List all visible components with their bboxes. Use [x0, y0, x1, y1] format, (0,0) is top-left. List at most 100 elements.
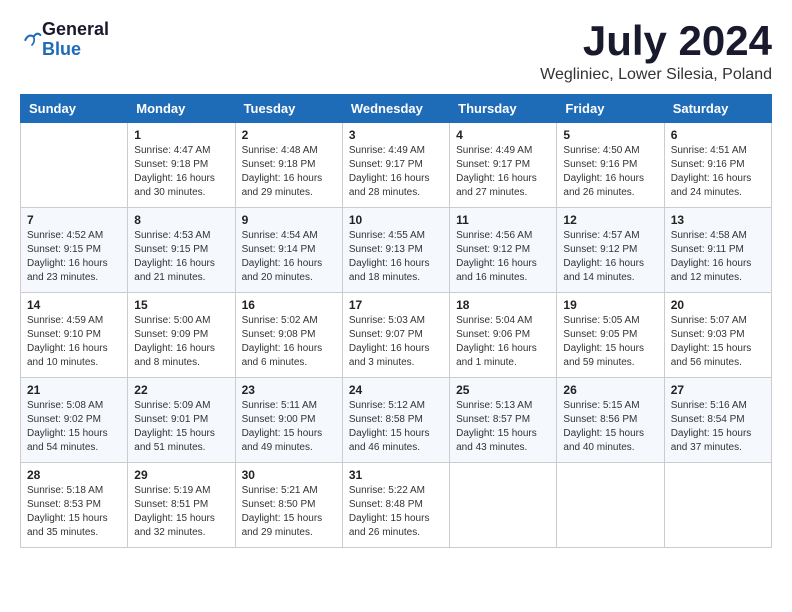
cell-content: Sunrise: 4:52 AM Sunset: 9:15 PM Dayligh… [27, 229, 121, 285]
day-number: 16 [242, 298, 336, 312]
day-number: 25 [456, 383, 550, 397]
location-subtitle: Wegliniec, Lower Silesia, Poland [540, 66, 772, 84]
day-number: 5 [563, 128, 657, 142]
logo-blue: Blue [42, 40, 109, 60]
cell-content: Sunrise: 4:55 AM Sunset: 9:13 PM Dayligh… [349, 229, 443, 285]
weekday-header-tuesday: Tuesday [235, 95, 342, 123]
week-row-4: 21Sunrise: 5:08 AM Sunset: 9:02 PM Dayli… [21, 378, 772, 463]
cell-content: Sunrise: 4:48 AM Sunset: 9:18 PM Dayligh… [242, 144, 336, 200]
calendar-cell: 1Sunrise: 4:47 AM Sunset: 9:18 PM Daylig… [128, 123, 235, 208]
calendar-cell: 9 Sunrise: 4:54 AM Sunset: 9:14 PM Daylig… [235, 208, 342, 293]
calendar-cell: 28 Sunrise: 5:18 AM Sunset: 8:53 PM Dayli… [21, 463, 128, 548]
weekday-header-saturday: Saturday [664, 95, 771, 123]
calendar-cell: 15 Sunrise: 5:00 AM Sunset: 9:09 PM Dayli… [128, 293, 235, 378]
cell-content: Sunrise: 4:53 AM Sunset: 9:15 PM Dayligh… [134, 229, 228, 285]
day-number: 14 [27, 298, 121, 312]
cell-content: Sunrise: 4:57 AM Sunset: 9:12 PM Dayligh… [563, 229, 657, 285]
cell-content: Sunrise: 5:18 AM Sunset: 8:53 PM Dayligh… [27, 484, 121, 540]
calendar-cell: 27 Sunrise: 5:16 AM Sunset: 8:54 PM Dayli… [664, 378, 771, 463]
calendar-cell: 20Sunrise: 5:07 AM Sunset: 9:03 PM Dayli… [664, 293, 771, 378]
cell-content: Sunrise: 5:07 AM Sunset: 9:03 PM Dayligh… [671, 314, 765, 370]
day-number: 23 [242, 383, 336, 397]
calendar-cell: 21Sunrise: 5:08 AM Sunset: 9:02 PM Dayli… [21, 378, 128, 463]
header: General Blue July 2024 Wegliniec, Lower … [20, 20, 772, 84]
day-number: 18 [456, 298, 550, 312]
weekday-header-monday: Monday [128, 95, 235, 123]
cell-content: Sunrise: 5:09 AM Sunset: 9:01 PM Dayligh… [134, 399, 228, 455]
day-number: 17 [349, 298, 443, 312]
cell-content: Sunrise: 4:58 AM Sunset: 9:11 PM Dayligh… [671, 229, 765, 285]
cell-content: Sunrise: 4:59 AM Sunset: 9:10 PM Dayligh… [27, 314, 121, 370]
cell-content: Sunrise: 5:04 AM Sunset: 9:06 PM Dayligh… [456, 314, 550, 370]
cell-content: Sunrise: 4:50 AM Sunset: 9:16 PM Dayligh… [563, 144, 657, 200]
cell-content: Sunrise: 4:54 AM Sunset: 9:14 PM Dayligh… [242, 229, 336, 285]
calendar-cell: 10 Sunrise: 4:55 AM Sunset: 9:13 PM Dayli… [342, 208, 449, 293]
month-year-title: July 2024 [540, 20, 772, 62]
cell-content: Sunrise: 5:12 AM Sunset: 8:58 PM Dayligh… [349, 399, 443, 455]
cell-content: Sunrise: 5:22 AM Sunset: 8:48 PM Dayligh… [349, 484, 443, 540]
day-number: 13 [671, 213, 765, 227]
title-area: July 2024 Wegliniec, Lower Silesia, Pola… [540, 20, 772, 84]
cell-content: Sunrise: 4:51 AM Sunset: 9:16 PM Dayligh… [671, 144, 765, 200]
day-number: 2 [242, 128, 336, 142]
cell-content: Sunrise: 5:03 AM Sunset: 9:07 PM Dayligh… [349, 314, 443, 370]
day-number: 31 [349, 468, 443, 482]
calendar-cell: 26Sunrise: 5:15 AM Sunset: 8:56 PM Dayli… [557, 378, 664, 463]
day-number: 9 [242, 213, 336, 227]
calendar-cell: 29 Sunrise: 5:19 AM Sunset: 8:51 PM Dayli… [128, 463, 235, 548]
day-number: 10 [349, 213, 443, 227]
week-row-2: 7Sunrise: 4:52 AM Sunset: 9:15 PM Daylig… [21, 208, 772, 293]
weekday-header-thursday: Thursday [450, 95, 557, 123]
day-number: 3 [349, 128, 443, 142]
calendar-cell: 16Sunrise: 5:02 AM Sunset: 9:08 PM Dayli… [235, 293, 342, 378]
cell-content: Sunrise: 5:19 AM Sunset: 8:51 PM Dayligh… [134, 484, 228, 540]
calendar-cell: 14 Sunrise: 4:59 AM Sunset: 9:10 PM Dayli… [21, 293, 128, 378]
cell-content: Sunrise: 5:00 AM Sunset: 9:09 PM Dayligh… [134, 314, 228, 370]
day-number: 22 [134, 383, 228, 397]
cell-content: Sunrise: 5:11 AM Sunset: 9:00 PM Dayligh… [242, 399, 336, 455]
day-number: 15 [134, 298, 228, 312]
calendar-cell: 11 Sunrise: 4:56 AM Sunset: 9:12 PM Dayli… [450, 208, 557, 293]
week-row-1: 1Sunrise: 4:47 AM Sunset: 9:18 PM Daylig… [21, 123, 772, 208]
day-number: 28 [27, 468, 121, 482]
calendar-cell: 4 Sunrise: 4:49 AM Sunset: 9:17 PM Daylig… [450, 123, 557, 208]
calendar-cell: 5 Sunrise: 4:50 AM Sunset: 9:16 PM Daylig… [557, 123, 664, 208]
calendar-cell: 23 Sunrise: 5:11 AM Sunset: 9:00 PM Dayli… [235, 378, 342, 463]
cell-content: Sunrise: 5:21 AM Sunset: 8:50 PM Dayligh… [242, 484, 336, 540]
calendar-cell [21, 123, 128, 208]
calendar-cell: 19Sunrise: 5:05 AM Sunset: 9:05 PM Dayli… [557, 293, 664, 378]
calendar-cell: 18 Sunrise: 5:04 AM Sunset: 9:06 PM Dayli… [450, 293, 557, 378]
cell-content: Sunrise: 4:49 AM Sunset: 9:17 PM Dayligh… [456, 144, 550, 200]
weekday-header-sunday: Sunday [21, 95, 128, 123]
cell-content: Sunrise: 5:16 AM Sunset: 8:54 PM Dayligh… [671, 399, 765, 455]
calendar-cell: 30 Sunrise: 5:21 AM Sunset: 8:50 PM Dayli… [235, 463, 342, 548]
weekday-header-wednesday: Wednesday [342, 95, 449, 123]
day-number: 26 [563, 383, 657, 397]
day-number: 19 [563, 298, 657, 312]
calendar-cell [557, 463, 664, 548]
day-number: 29 [134, 468, 228, 482]
calendar-cell [450, 463, 557, 548]
calendar-cell: 2 Sunrise: 4:48 AM Sunset: 9:18 PM Daylig… [235, 123, 342, 208]
cell-content: Sunrise: 4:56 AM Sunset: 9:12 PM Dayligh… [456, 229, 550, 285]
day-number: 11 [456, 213, 550, 227]
calendar-cell: 13 Sunrise: 4:58 AM Sunset: 9:11 PM Dayli… [664, 208, 771, 293]
day-number: 8 [134, 213, 228, 227]
calendar-cell: 12Sunrise: 4:57 AM Sunset: 9:12 PM Dayli… [557, 208, 664, 293]
calendar-cell: 8 Sunrise: 4:53 AM Sunset: 9:15 PM Daylig… [128, 208, 235, 293]
day-number: 24 [349, 383, 443, 397]
weekday-header-row: SundayMondayTuesdayWednesdayThursdayFrid… [21, 95, 772, 123]
week-row-5: 28 Sunrise: 5:18 AM Sunset: 8:53 PM Dayli… [21, 463, 772, 548]
day-number: 30 [242, 468, 336, 482]
weekday-header-friday: Friday [557, 95, 664, 123]
week-row-3: 14 Sunrise: 4:59 AM Sunset: 9:10 PM Dayli… [21, 293, 772, 378]
cell-content: Sunrise: 5:08 AM Sunset: 9:02 PM Dayligh… [27, 399, 121, 455]
calendar-table: SundayMondayTuesdayWednesdayThursdayFrid… [20, 94, 772, 548]
day-number: 4 [456, 128, 550, 142]
cell-content: Sunrise: 4:49 AM Sunset: 9:17 PM Dayligh… [349, 144, 443, 200]
day-number: 27 [671, 383, 765, 397]
calendar-cell: 22 Sunrise: 5:09 AM Sunset: 9:01 PM Dayli… [128, 378, 235, 463]
calendar-cell: 3 Sunrise: 4:49 AM Sunset: 9:17 PM Daylig… [342, 123, 449, 208]
calendar-cell: 24 Sunrise: 5:12 AM Sunset: 8:58 PM Dayli… [342, 378, 449, 463]
day-number: 6 [671, 128, 765, 142]
